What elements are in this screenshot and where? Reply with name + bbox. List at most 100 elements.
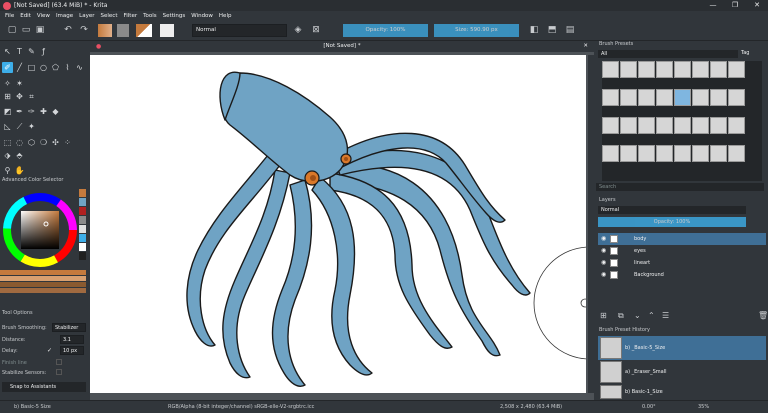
brush-preset-thumb[interactable]: [620, 61, 637, 78]
save-icon[interactable]: ▣: [34, 24, 46, 37]
eraser-mode-icon[interactable]: ◈: [292, 24, 304, 37]
brush-preset-thumb[interactable]: [692, 89, 709, 106]
delay-input[interactable]: 10 px: [60, 346, 84, 355]
smart-patch-tool-icon[interactable]: ✚: [38, 106, 49, 117]
transform-tool-icon[interactable]: ⊞: [2, 91, 13, 102]
brush-preset-thumb[interactable]: [692, 145, 709, 162]
brush-preset-thumb[interactable]: [602, 145, 619, 162]
polygon-select-tool-icon[interactable]: ⬡: [26, 137, 37, 148]
size-slider[interactable]: Size: 590.90 px: [434, 24, 519, 37]
layer-blend-select[interactable]: Normal: [598, 206, 746, 214]
brush-preset-thumb[interactable]: [602, 89, 619, 106]
redo-icon[interactable]: ↷: [78, 24, 90, 37]
preset-filter-select[interactable]: All: [598, 50, 738, 58]
preserve-alpha-icon[interactable]: ⊠: [310, 24, 322, 37]
text-tool-icon[interactable]: T: [14, 46, 25, 57]
polygon-tool-icon[interactable]: ⬠: [50, 62, 61, 73]
brush-preset-thumb[interactable]: [638, 145, 655, 162]
similar-select-tool-icon[interactable]: ⁘: [62, 137, 73, 148]
brush-preset-thumb[interactable]: [656, 61, 673, 78]
move-layer-down-icon[interactable]: ⌄: [634, 311, 641, 321]
mirror-vertical-icon[interactable]: ⬒: [546, 24, 558, 37]
menu-help[interactable]: Help: [219, 13, 232, 19]
menu-settings[interactable]: Settings: [163, 13, 186, 19]
color-picker-tool-icon[interactable]: ✒: [14, 106, 25, 117]
layer-row-background[interactable]: ◉ Background: [598, 269, 766, 281]
edit-shape-tool-icon[interactable]: ✎: [26, 46, 37, 57]
assistant-tool-icon[interactable]: ◺: [2, 121, 13, 132]
brush-preset-thumb-selected[interactable]: [674, 89, 691, 106]
freehand-select-tool-icon[interactable]: ❍: [38, 137, 49, 148]
brush-preset-thumb[interactable]: [656, 89, 673, 106]
bezier-tool-icon[interactable]: ∿: [74, 62, 85, 73]
menu-layer[interactable]: Layer: [79, 13, 94, 19]
brush-preset-thumb[interactable]: [692, 61, 709, 78]
drawing-canvas[interactable]: [90, 55, 586, 393]
rectangle-tool-icon[interactable]: □: [26, 62, 37, 73]
dynamic-brush-tool-icon[interactable]: ✧: [2, 78, 13, 89]
history-item[interactable]: b) Basic-1_Size: [598, 384, 766, 400]
distance-input[interactable]: 3.1: [60, 335, 84, 344]
workspace-icon[interactable]: ▤: [564, 24, 576, 37]
layer-row-eyes[interactable]: ◉ eyes: [598, 245, 766, 257]
layer-properties-icon[interactable]: ☰: [662, 311, 669, 321]
brush-preset-thumb[interactable]: [674, 145, 691, 162]
freehand-brush-tool-icon[interactable]: ✐: [2, 62, 13, 73]
status-rotation[interactable]: 0.00°: [642, 404, 656, 410]
mirror-horizontal-icon[interactable]: ◧: [528, 24, 540, 37]
minimize-button[interactable]: —: [702, 0, 724, 11]
delay-checkbox[interactable]: ✓: [47, 347, 52, 354]
add-layer-icon[interactable]: ⊞: [600, 311, 607, 321]
brush-preset-thumb[interactable]: [728, 61, 745, 78]
brush-preset-thumb[interactable]: [710, 61, 727, 78]
layer-opacity-slider[interactable]: Opacity: 100%: [598, 217, 746, 227]
colorize-mask-tool-icon[interactable]: ✑: [26, 106, 37, 117]
history-item[interactable]: a) _Eraser_Small: [598, 360, 766, 384]
multibrush-tool-icon[interactable]: ✶: [14, 78, 25, 89]
undo-icon[interactable]: ↶: [62, 24, 74, 37]
crop-tool-icon[interactable]: ⌗: [26, 91, 37, 102]
visibility-eye-icon[interactable]: ◉: [601, 245, 606, 257]
brush-preset-thumb[interactable]: [710, 89, 727, 106]
measure-tool-icon[interactable]: ⟋: [14, 121, 25, 132]
layer-row-lineart[interactable]: ◉ lineart: [598, 257, 766, 269]
brush-preset-thumb[interactable]: [710, 145, 727, 162]
delete-layer-icon[interactable]: 🗑: [758, 311, 768, 321]
brush-preset-button[interactable]: [160, 24, 174, 37]
color-wheel[interactable]: [0, 184, 88, 302]
duplicate-layer-icon[interactable]: ⧉: [618, 311, 624, 321]
move-layer-up-icon[interactable]: ⌃: [648, 311, 655, 321]
pattern-swatch[interactable]: [117, 24, 129, 37]
brush-preset-thumb[interactable]: [638, 89, 655, 106]
brush-preset-thumb[interactable]: [602, 117, 619, 134]
brush-preset-thumb[interactable]: [620, 145, 637, 162]
brush-preset-thumb[interactable]: [728, 145, 745, 162]
menu-view[interactable]: View: [37, 13, 50, 19]
brush-preset-thumb[interactable]: [728, 117, 745, 134]
close-tab-icon[interactable]: ✕: [583, 41, 588, 52]
menu-select[interactable]: Select: [101, 13, 118, 19]
visibility-eye-icon[interactable]: ◉: [601, 269, 606, 281]
ellipse-select-tool-icon[interactable]: ◌: [14, 137, 25, 148]
brush-smoothing-select[interactable]: Stabilizer: [52, 323, 86, 332]
snap-to-assistants-toggle[interactable]: Snap to Assistants: [2, 382, 86, 392]
brush-preset-thumb[interactable]: [674, 61, 691, 78]
brush-preset-thumb[interactable]: [656, 117, 673, 134]
canvas-vertical-scrollbar[interactable]: [588, 55, 594, 393]
document-tab[interactable]: [Not Saved] * ● ✕: [90, 41, 594, 52]
brush-preset-thumb[interactable]: [602, 61, 619, 78]
brush-preset-thumb[interactable]: [656, 145, 673, 162]
magnetic-select-tool-icon[interactable]: ⬘: [14, 150, 25, 161]
new-document-icon[interactable]: ▢: [6, 24, 18, 37]
brush-preset-thumb[interactable]: [638, 61, 655, 78]
open-document-icon[interactable]: ▭: [20, 24, 32, 37]
fill-tool-icon[interactable]: ◆: [50, 106, 61, 117]
rect-select-tool-icon[interactable]: ⬚: [2, 137, 13, 148]
brush-preset-thumb[interactable]: [728, 89, 745, 106]
history-item[interactable]: b) _Basic-5_Size: [598, 336, 766, 360]
menu-image[interactable]: Image: [56, 13, 73, 19]
status-zoom[interactable]: 35%: [698, 404, 709, 410]
zoom-tool-icon[interactable]: ⚲: [2, 165, 13, 176]
select-shape-tool-icon[interactable]: ↖: [2, 46, 13, 57]
ellipse-tool-icon[interactable]: ○: [38, 62, 49, 73]
